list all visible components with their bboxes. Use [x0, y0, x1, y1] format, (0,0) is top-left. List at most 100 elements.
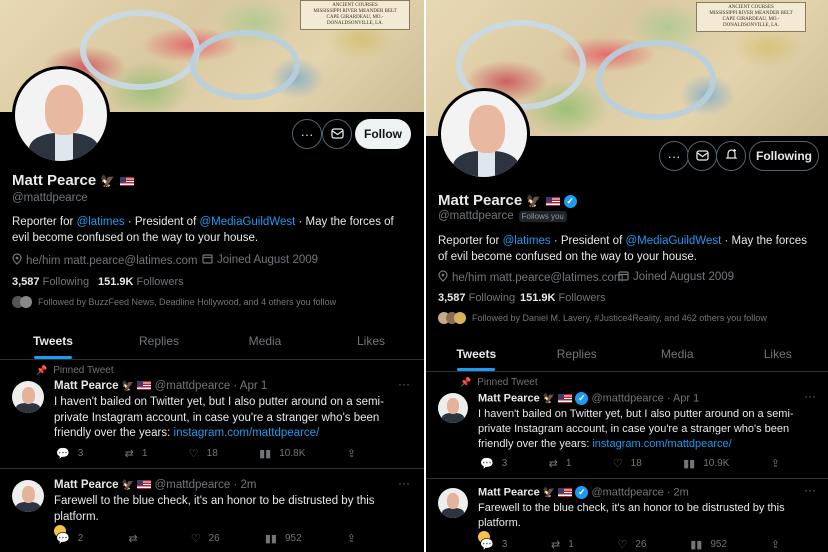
share-button[interactable]: ⇪ — [771, 538, 780, 551]
us-flag-icon — [545, 196, 560, 206]
more-options-button[interactable]: ··· — [292, 119, 322, 149]
like-button[interactable]: ♡ 26 — [191, 532, 220, 545]
more-icon: ··· — [667, 148, 681, 164]
profile-tabs: Tweets Replies Media Likes — [426, 336, 828, 372]
retweet-icon: ⇄ — [548, 458, 558, 470]
us-flag-icon — [558, 394, 573, 403]
views-button[interactable]: ▮▮ 10.9K — [683, 457, 729, 470]
like-button[interactable]: ♡ 18 — [189, 447, 218, 460]
followed-by-row[interactable]: Followed by Daniel M. Lavery, #Justice4R… — [438, 312, 767, 324]
tweet-header: Matt Pearce 🦅 @mattdpearce · 2m — [54, 479, 257, 491]
profile-tabs: Tweets Replies Media Likes — [0, 322, 424, 360]
share-icon: ⇪ — [770, 458, 780, 470]
retweet-icon: ⇄ — [124, 448, 134, 460]
us-flag-icon — [119, 176, 134, 186]
reply-icon: 💬 — [56, 533, 70, 545]
profile-location: he/him matt.pearce@latimes.com — [12, 253, 197, 268]
reply-button[interactable]: 💬 3 — [480, 457, 507, 470]
tab-replies[interactable]: Replies — [106, 322, 212, 359]
reply-button[interactable]: 💬 3 — [56, 447, 83, 460]
tweet-avatar[interactable] — [438, 393, 468, 423]
profile-avatar[interactable] — [438, 88, 530, 180]
views-icon: ▮▮ — [690, 539, 703, 551]
retweet-button[interactable]: ⇄ 1 — [125, 447, 148, 460]
followed-by-avatars — [438, 312, 466, 324]
views-button[interactable]: ▮▮ 952 — [265, 532, 302, 545]
like-button[interactable]: ♡ 26 — [618, 538, 647, 551]
tab-likes[interactable]: Likes — [318, 322, 424, 359]
bio-link-latimes[interactable]: @latimes — [503, 235, 551, 247]
followed-by-row[interactable]: Followed by BuzzFeed News, Deadline Holl… — [12, 296, 336, 308]
pin-icon: 📌 — [36, 365, 48, 375]
share-button[interactable]: ⇪ — [347, 532, 356, 545]
profile-name: Matt Pearce 🦅 — [12, 172, 134, 189]
tweet[interactable]: Matt Pearce 🦅 ✓ @mattdpearce · 2m ··· Fa… — [426, 480, 828, 552]
follow-button[interactable]: Follow — [355, 119, 411, 149]
profile-avatar[interactable] — [12, 66, 110, 164]
tab-tweets[interactable]: Tweets — [0, 322, 106, 359]
tweet-more-button[interactable]: ··· — [398, 476, 410, 490]
retweet-button[interactable]: ⇄ 1 — [549, 457, 572, 470]
more-icon: ··· — [300, 126, 314, 142]
retweet-button[interactable]: ⇄ 1 — [551, 538, 574, 551]
tweet-pinned[interactable]: 📌 Pinned Tweet Matt Pearce 🦅 ✓ @mattdpea… — [426, 373, 828, 479]
calendar-icon — [618, 270, 629, 284]
tab-media[interactable]: Media — [627, 336, 728, 371]
eagle-emoji-icon: 🦅 — [100, 174, 116, 188]
following-count-link[interactable]: 3,587 Following — [438, 292, 515, 304]
bio-link-latimes[interactable]: @latimes — [77, 216, 125, 228]
message-button[interactable] — [322, 119, 352, 149]
tweet-more-button[interactable]: ··· — [804, 389, 816, 403]
tweet-pinned[interactable]: 📌 Pinned Tweet Matt Pearce 🦅 @mattdpearc… — [0, 361, 424, 469]
followers-count-link[interactable]: 151.9K Followers — [98, 276, 184, 288]
instagram-link[interactable]: instagram.com/mattdpearce/ — [592, 438, 731, 450]
message-button[interactable] — [687, 141, 717, 171]
tweet-avatar[interactable] — [12, 381, 44, 413]
share-button[interactable]: ⇪ — [771, 457, 780, 470]
tweet-avatar[interactable] — [12, 480, 44, 512]
us-flag-icon — [558, 488, 573, 497]
tweet-text: I haven't bailed on Twitter yet, but I a… — [478, 408, 794, 450]
bell-plus-icon — [725, 148, 738, 164]
reply-button[interactable]: 💬 3 — [480, 538, 507, 551]
bio-link-mediaguildwest[interactable]: @MediaGuildWest — [625, 235, 721, 247]
followed-by-avatars — [12, 296, 32, 308]
like-icon: ♡ — [617, 539, 628, 551]
map-title-plate: ANCIENT COURSES MISSISSIPPI RIVER MEANDE… — [696, 2, 806, 32]
views-button[interactable]: ▮▮ 952 — [690, 538, 727, 551]
tab-replies[interactable]: Replies — [527, 336, 628, 371]
views-icon: ▮▮ — [683, 458, 696, 470]
following-button[interactable]: Following — [749, 141, 819, 171]
notifications-button[interactable] — [716, 141, 746, 171]
tab-tweets[interactable]: Tweets — [426, 336, 527, 371]
retweet-icon: ⇄ — [128, 533, 138, 545]
tweet-more-button[interactable]: ··· — [804, 483, 816, 497]
share-button[interactable]: ⇪ — [347, 447, 356, 460]
verified-icon: ✓ — [575, 486, 589, 499]
more-options-button[interactable]: ··· — [659, 141, 689, 171]
tab-likes[interactable]: Likes — [728, 336, 828, 371]
tweet[interactable]: Matt Pearce 🦅 @mattdpearce · 2m ··· Fare… — [0, 470, 424, 552]
tweet-more-button[interactable]: ··· — [398, 377, 410, 391]
views-icon: ▮▮ — [264, 533, 277, 545]
tweet-header: Matt Pearce 🦅 ✓ @mattdpearce · 2m — [478, 486, 689, 499]
tab-media[interactable]: Media — [212, 322, 318, 359]
verified-icon: ✓ — [563, 194, 577, 208]
mail-icon — [330, 127, 344, 142]
following-count-link[interactable]: 3,587 Following — [12, 276, 89, 288]
profile-handle: @mattdpearce — [12, 192, 88, 204]
bio-link-mediaguildwest[interactable]: @MediaGuildWest — [199, 216, 295, 228]
tweet-actions: 💬 2 ⇄ ♡ 26 ▮▮ 952 ⇪ — [56, 532, 356, 545]
profile-pane-left: ANCIENT COURSES MISSISSIPPI RIVER MEANDE… — [0, 0, 424, 552]
retweet-button[interactable]: ⇄ — [128, 532, 145, 545]
tweet-avatar[interactable] — [438, 488, 468, 518]
reply-button[interactable]: 💬 2 — [56, 532, 83, 545]
views-button[interactable]: ▮▮ 10.8K — [259, 447, 305, 460]
instagram-link[interactable]: instagram.com/mattdpearce/ — [174, 427, 320, 439]
profile-bio: Reporter for @latimes · President of @Me… — [12, 216, 394, 244]
calendar-icon — [202, 253, 213, 267]
share-icon: ⇪ — [346, 533, 356, 545]
like-button[interactable]: ♡ 18 — [613, 457, 642, 470]
followers-count-link[interactable]: 151.9K Followers — [520, 292, 606, 304]
tweet-actions: 💬 3 ⇄ 1 ♡ 26 ▮▮ 952 ⇪ — [480, 538, 780, 551]
